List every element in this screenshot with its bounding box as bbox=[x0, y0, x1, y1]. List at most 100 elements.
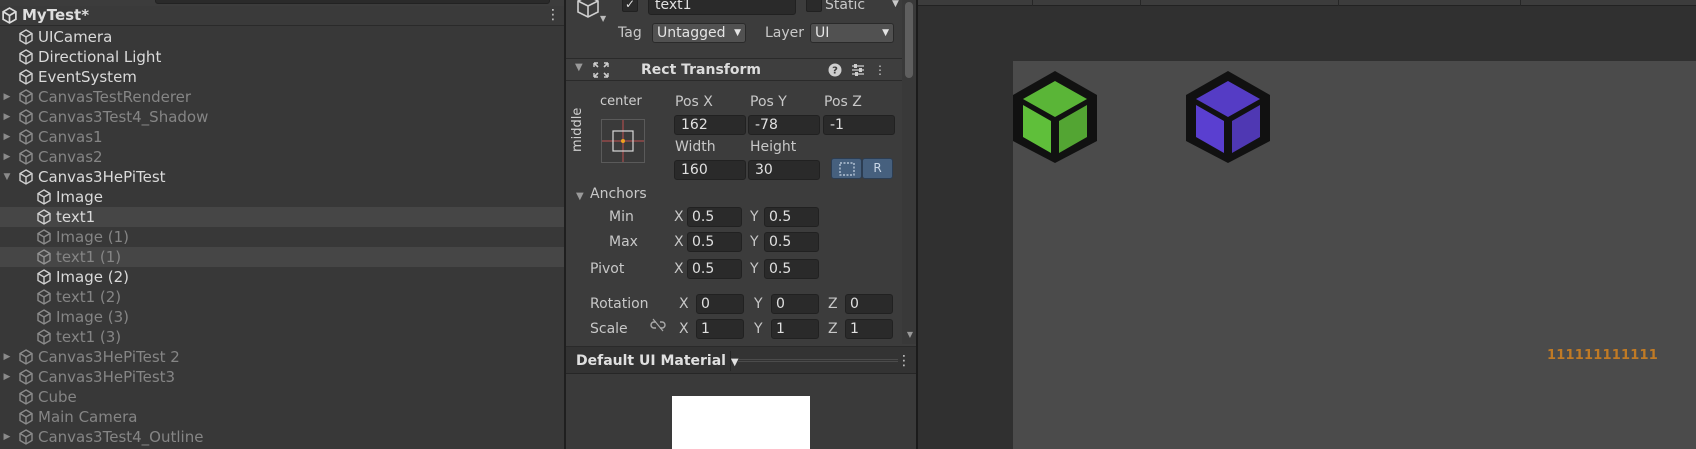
fold-arrow-icon[interactable]: ▶ bbox=[2, 87, 12, 107]
preview-menu-icon[interactable]: ⋮ bbox=[897, 351, 911, 371]
min-label: Min bbox=[609, 209, 634, 225]
help-icon[interactable]: ? bbox=[827, 61, 843, 79]
scroll-down-arrow-icon[interactable]: ▼ bbox=[907, 330, 913, 339]
pivot-y-field[interactable]: 0.5 bbox=[764, 259, 819, 279]
tag-dropdown[interactable]: Untagged ▼ bbox=[652, 23, 746, 43]
hierarchy-item[interactable]: ▶ Canvas3HePiTest3 bbox=[0, 367, 564, 387]
static-dropdown-arrow-icon[interactable]: ▼ bbox=[892, 0, 899, 13]
game-render-canvas[interactable]: 111111111111 bbox=[1013, 61, 1696, 449]
material-preview bbox=[566, 374, 916, 449]
hierarchy-item[interactable]: Image (1) bbox=[0, 227, 564, 247]
rotation-y-field[interactable]: 0 bbox=[771, 294, 819, 314]
hierarchy-item[interactable]: ▶ Canvas2 bbox=[0, 147, 564, 167]
hierarchy-item[interactable]: Directional Light bbox=[0, 47, 564, 67]
gameobject-cube-icon bbox=[18, 109, 34, 125]
inspector-scrollbar[interactable]: ▼ bbox=[902, 0, 916, 344]
hierarchy-item[interactable]: ▶ CanvasTestRenderer bbox=[0, 87, 564, 107]
static-checkbox[interactable] bbox=[806, 0, 822, 12]
hierarchy-item[interactable]: Image (2) bbox=[0, 267, 564, 287]
scale-x-field[interactable]: 1 bbox=[696, 319, 744, 339]
component-menu-icon[interactable]: ⋮ bbox=[872, 61, 888, 79]
material-dropdown[interactable]: Default UI Material ▼ bbox=[576, 351, 739, 373]
hierarchy-search-input[interactable] bbox=[155, 0, 550, 4]
game-text-label: 111111111111 bbox=[1547, 348, 1658, 363]
fold-arrow-icon[interactable]: ▶ bbox=[2, 347, 12, 367]
icon-dropdown-caret-icon[interactable]: ▼ bbox=[600, 14, 606, 23]
hierarchy-item-label: text1 (2) bbox=[56, 288, 122, 306]
rotation-label: Rotation bbox=[590, 296, 649, 312]
pos-z-field[interactable]: -1 bbox=[823, 115, 895, 135]
rect-transform-header[interactable]: ▼ Rect Transform ? ⋮ bbox=[566, 58, 902, 81]
anchor-min-y-field[interactable]: 0.5 bbox=[764, 207, 819, 227]
hierarchy-item[interactable]: UICamera bbox=[0, 27, 564, 47]
object-name-field[interactable]: text1 bbox=[648, 0, 796, 15]
scale-y-field[interactable]: 1 bbox=[771, 319, 819, 339]
pos-x-label: Pos X bbox=[675, 94, 713, 110]
fold-arrow-icon[interactable]: ▼ bbox=[2, 167, 12, 187]
anchors-label[interactable]: Anchors bbox=[590, 185, 647, 203]
hierarchy-item-label: Canvas3HePiTest bbox=[38, 168, 166, 186]
pos-y-field[interactable]: -78 bbox=[748, 115, 820, 135]
anchor-preset-button[interactable] bbox=[601, 119, 645, 163]
hierarchy-item-label: Canvas1 bbox=[38, 128, 103, 146]
gameobject-cube-icon bbox=[36, 269, 52, 285]
hierarchy-item[interactable]: ▶ Canvas3Test4_Outline bbox=[0, 427, 564, 447]
scene-menu-icon[interactable]: ⋮ bbox=[546, 6, 560, 26]
material-preview-bar: Default UI Material ▼ ⋮ bbox=[566, 346, 916, 374]
hierarchy-item[interactable]: EventSystem bbox=[0, 67, 564, 87]
hierarchy-item-label: Main Camera bbox=[38, 408, 138, 426]
fold-arrow-icon[interactable]: ▶ bbox=[2, 127, 12, 147]
anchor-max-x-field[interactable]: 0.5 bbox=[687, 232, 742, 252]
hierarchy-item[interactable]: ▶ Canvas1 bbox=[0, 127, 564, 147]
gameobject-cube-icon bbox=[18, 69, 34, 85]
blueprint-mode-button[interactable] bbox=[831, 158, 862, 179]
fold-arrow-icon[interactable]: ▶ bbox=[2, 147, 12, 167]
fold-arrow-icon[interactable]: ▶ bbox=[2, 107, 12, 127]
hierarchy-item[interactable]: text1 (3) bbox=[0, 327, 564, 347]
layer-value: UI bbox=[815, 25, 830, 41]
scale-z-field[interactable]: 1 bbox=[845, 319, 893, 339]
layer-dropdown[interactable]: UI ▼ bbox=[810, 23, 894, 43]
preview-resize-handle[interactable] bbox=[738, 359, 898, 362]
max-y-label: Y bbox=[750, 234, 759, 250]
hierarchy-item[interactable]: text1 (1) bbox=[0, 247, 564, 267]
hierarchy-item-label: text1 bbox=[56, 208, 96, 226]
inspector-scroll-thumb[interactable] bbox=[905, 2, 913, 78]
width-field[interactable]: 160 bbox=[674, 160, 746, 180]
fold-arrow-icon[interactable]: ▶ bbox=[2, 427, 12, 447]
component-title: Rect Transform bbox=[641, 62, 762, 78]
height-field[interactable]: 30 bbox=[748, 160, 820, 180]
pos-x-field[interactable]: 162 bbox=[674, 115, 746, 135]
hierarchy-item[interactable]: Cube bbox=[0, 387, 564, 407]
rotation-x-field[interactable]: 0 bbox=[696, 294, 744, 314]
anchor-max-y-field[interactable]: 0.5 bbox=[764, 232, 819, 252]
gameobject-cube-icon[interactable] bbox=[574, 0, 602, 22]
hierarchy-item-label: EventSystem bbox=[38, 68, 137, 86]
scene-header[interactable]: MyTest* ⋮ bbox=[0, 6, 564, 26]
anchor-preset-horizontal-label: center bbox=[600, 94, 642, 109]
hierarchy-item[interactable]: Main Camera bbox=[0, 407, 564, 427]
pivot-x-field[interactable]: 0.5 bbox=[687, 259, 742, 279]
hierarchy-item[interactable]: text1 (2) bbox=[0, 287, 564, 307]
hierarchy-item[interactable]: ▶ Canvas3HePiTest 2 bbox=[0, 347, 564, 367]
hierarchy-item[interactable]: Image (3) bbox=[0, 307, 564, 327]
hierarchy-item[interactable]: text1 bbox=[0, 207, 564, 227]
active-checkbox[interactable]: ✓ bbox=[622, 0, 638, 12]
scale-x-label: X bbox=[679, 321, 689, 337]
layer-label: Layer bbox=[765, 25, 805, 41]
anchor-min-x-field[interactable]: 0.5 bbox=[687, 207, 742, 227]
link-scale-icon[interactable] bbox=[650, 318, 666, 337]
hierarchy-item[interactable]: ▶ Canvas3Test4_Shadow bbox=[0, 107, 564, 127]
anchor-preset-icon bbox=[602, 120, 644, 162]
fold-arrow-icon[interactable]: ▶ bbox=[2, 367, 12, 387]
rotation-z-field[interactable]: 0 bbox=[845, 294, 893, 314]
hierarchy-item[interactable]: ▼ Canvas3HePiTest bbox=[0, 167, 564, 187]
anchors-fold-icon[interactable]: ▼ bbox=[576, 191, 584, 202]
gameobject-cube-icon bbox=[18, 29, 34, 45]
raw-edit-button[interactable]: R bbox=[862, 158, 893, 179]
pivot-y-label: Y bbox=[750, 261, 759, 277]
fold-arrow-icon[interactable]: ▼ bbox=[575, 62, 583, 73]
preset-settings-icon[interactable] bbox=[850, 61, 866, 79]
pivot-x-label: X bbox=[674, 261, 684, 277]
hierarchy-item[interactable]: Image bbox=[0, 187, 564, 207]
